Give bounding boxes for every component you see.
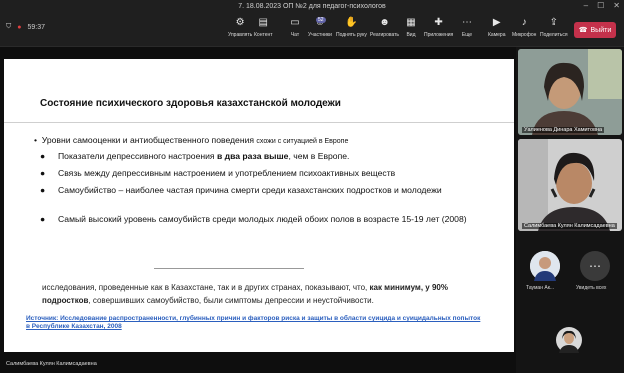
view-icon: ▦ bbox=[406, 17, 416, 28]
see-all-button[interactable]: ⋯ bbox=[580, 251, 610, 281]
shared-content-stage: Состояние психического здоровья казахста… bbox=[0, 47, 516, 373]
sub-bullet: ● Самый высокий уровень самоубийств сред… bbox=[40, 214, 467, 224]
shield-icon: ⛉ bbox=[6, 23, 12, 30]
sub-bullet: ● Показатели депрессивного настроения в … bbox=[40, 151, 350, 161]
record-icon: ● bbox=[17, 23, 22, 31]
more-icon: ⋯ bbox=[589, 259, 601, 273]
window-controls: – ☐ ✕ bbox=[584, 1, 620, 10]
source-link[interactable]: Источник: Исследование распространенност… bbox=[26, 315, 486, 331]
share-icon: ⇪ bbox=[549, 17, 558, 28]
presenter-name: Салимбаева Кулян Калимсадаевна bbox=[6, 361, 97, 367]
avatar-image bbox=[530, 251, 560, 281]
slide-divider bbox=[4, 122, 514, 123]
main-bullet-note: схожи с ситуацией в Европе bbox=[256, 138, 349, 145]
bullet-icon: ● bbox=[40, 214, 46, 224]
content-icon: ▤ bbox=[258, 17, 268, 28]
participant-name: Салимбаева Кулян Калимсадаевна bbox=[522, 223, 617, 229]
main-bullet: • Уровни самооценки и антиобщественного … bbox=[34, 135, 348, 145]
manage-icon: ⚙ bbox=[235, 17, 245, 28]
participant-avatar[interactable] bbox=[556, 327, 582, 353]
toolbar-camera-button[interactable]: ▶ Камера bbox=[488, 17, 505, 39]
bullet-icon: ● bbox=[40, 185, 46, 195]
participants-count-badge: 52 bbox=[316, 17, 326, 23]
toolbar-chat-button[interactable]: ▭ Чат bbox=[288, 17, 302, 39]
toolbar-raise-hand-button[interactable]: ✋ Поднять руку bbox=[336, 17, 367, 39]
minimize-icon[interactable]: – bbox=[584, 1, 588, 10]
mic-icon: ♪ bbox=[521, 17, 527, 28]
participant-video bbox=[518, 49, 622, 135]
participant-name: Уалиенова Динара Хамитовна bbox=[522, 127, 605, 133]
toolbar-content-button[interactable]: ▤ Контент bbox=[254, 17, 273, 39]
toolbar-react-button[interactable]: ☻ Реагировать bbox=[370, 17, 399, 39]
window-titlebar: 7. 18.08.2023 ОП №2 для педагог-психолог… bbox=[0, 0, 624, 13]
bullet-icon: ● bbox=[40, 168, 46, 178]
more-icon: ⋯ bbox=[462, 17, 472, 28]
leave-button[interactable]: ☎ Выйти bbox=[574, 22, 616, 38]
apps-icon: ✚ bbox=[434, 17, 443, 28]
participant-video bbox=[518, 139, 622, 231]
participant-avatar[interactable] bbox=[530, 251, 560, 281]
presentation-slide: Состояние психического здоровья казахста… bbox=[4, 59, 514, 352]
main-bullet-text: Уровни самооценки и антиобщественного по… bbox=[41, 135, 255, 145]
camera-icon: ▶ bbox=[492, 17, 501, 28]
participant-tile[interactable]: Уалиенова Динара Хамитовна bbox=[518, 49, 622, 135]
slide-separator bbox=[154, 268, 304, 269]
chat-icon: ▭ bbox=[290, 17, 300, 28]
slide-paragraph: исследования, проведенные как в Казахста… bbox=[42, 283, 448, 305]
leave-label: Выйти bbox=[590, 26, 612, 34]
participants-sidebar: Уалиенова Динара Хамитовна Салимбаева Ку… bbox=[516, 47, 624, 373]
see-all-label: Увидеть всех bbox=[576, 285, 607, 291]
maximize-icon[interactable]: ☐ bbox=[597, 1, 604, 10]
participant-tile[interactable]: Салимбаева Кулян Калимсадаевна bbox=[518, 139, 622, 231]
toolbar-manage-button[interactable]: ⚙ Управлять bbox=[228, 17, 252, 39]
slide-title: Состояние психического здоровья казахста… bbox=[40, 98, 341, 109]
bullet-icon: ● bbox=[40, 151, 46, 161]
toolbar-mic-button[interactable]: ♪ Микрофон bbox=[512, 17, 536, 39]
toolbar-people-button[interactable]: ☺ 52 Участники bbox=[308, 17, 332, 38]
meeting-timer: 59:37 bbox=[27, 23, 46, 31]
toolbar-apps-button[interactable]: ✚ Приложения bbox=[424, 17, 453, 39]
toolbar-more-button[interactable]: ⋯ Еще bbox=[460, 17, 474, 39]
meeting-status: ⛉ ● 59:37 bbox=[6, 23, 45, 31]
close-icon[interactable]: ✕ bbox=[613, 1, 620, 10]
bullet-icon: • bbox=[34, 135, 42, 145]
phone-icon: ☎ bbox=[578, 27, 588, 34]
sub-bullet: ● Самоубийство – наиболее частая причина… bbox=[40, 185, 442, 195]
window-title: 7. 18.08.2023 ОП №2 для педагог-психолог… bbox=[238, 3, 386, 10]
meeting-toolbar: ⛉ ● 59:37 ⚙ Управлять ▤ Контент ▭ Чат ☺ … bbox=[0, 13, 624, 47]
participant-name: Тауман Ак... bbox=[526, 285, 555, 291]
avatar-image bbox=[556, 327, 582, 353]
toolbar-share-button[interactable]: ⇪ Поделиться bbox=[540, 17, 568, 39]
hand-icon: ✋ bbox=[345, 17, 358, 28]
sub-bullet: ● Связь между депрессивным настроением и… bbox=[40, 168, 396, 178]
react-icon: ☻ bbox=[379, 17, 390, 28]
toolbar-view-button[interactable]: ▦ Вид bbox=[404, 17, 418, 39]
